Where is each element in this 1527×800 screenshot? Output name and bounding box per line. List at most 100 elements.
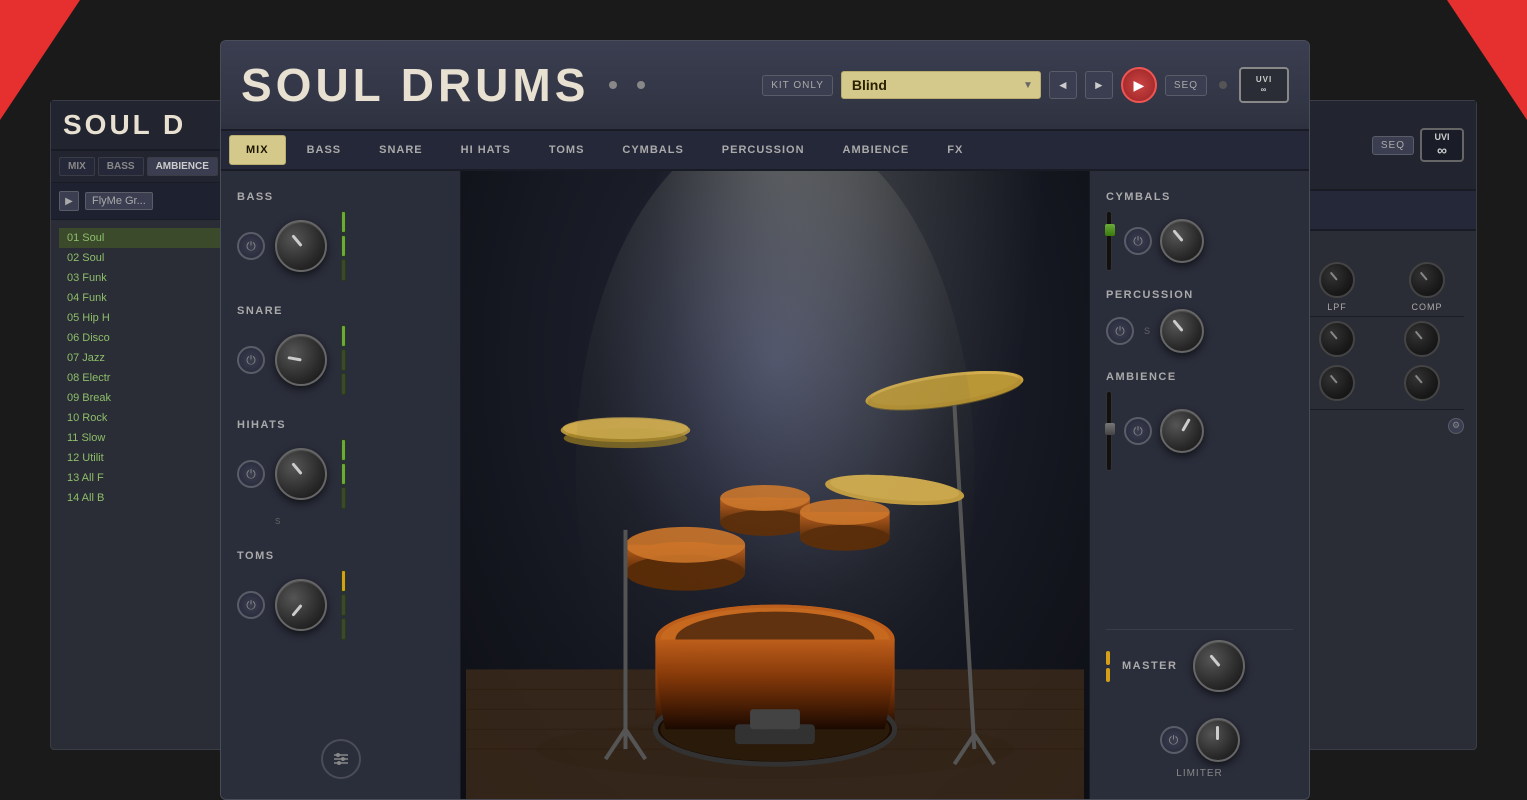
snare-section: SNARE ⏻: [237, 305, 444, 395]
next-preset-button[interactable]: ►: [1085, 71, 1113, 99]
ambience-volume-knob[interactable]: [1160, 409, 1204, 453]
snare-label: SNARE: [237, 305, 444, 317]
master-bar-1: [1106, 651, 1110, 665]
toms-power-button[interactable]: ⏻: [237, 591, 265, 619]
lpf-knob[interactable]: [1319, 262, 1355, 298]
content-area: BASS ⏻ SNARE ⏻: [221, 171, 1309, 799]
toms-level-indicator: [341, 570, 346, 640]
eq-knob-5[interactable]: [1319, 365, 1355, 401]
prev-preset-button[interactable]: ◄: [1049, 71, 1077, 99]
room-settings-icon[interactable]: ⚙: [1448, 418, 1464, 434]
limiter-power-button[interactable]: ⏻: [1160, 726, 1188, 754]
header-dot-1: [609, 81, 617, 89]
left-controls-panel: BASS ⏻ SNARE ⏻: [221, 171, 461, 799]
header-dot-3: [1219, 81, 1227, 89]
percussion-volume-knob[interactable]: [1160, 309, 1204, 353]
cymbals-power-button[interactable]: ⏻: [1124, 227, 1152, 255]
preset-dropdown[interactable]: Blind: [841, 71, 1041, 99]
tab-fx[interactable]: FX: [930, 135, 980, 165]
tab-mix[interactable]: MIX: [229, 135, 286, 165]
ambience-fader-handle[interactable]: [1105, 423, 1115, 435]
right-controls-panel: CYMBALS ⏻ PERCUSSION ⏻: [1089, 171, 1309, 799]
hihats-power-icon: ⏻: [246, 467, 256, 482]
hihats-level-bar-3: [341, 487, 346, 509]
cymbals-knob-row: ⏻: [1106, 211, 1293, 271]
back-group-label: FlyMe Gr...: [85, 192, 153, 210]
master-section: MASTER: [1106, 629, 1293, 700]
back-play-btn[interactable]: ▶: [59, 191, 79, 211]
bass-volume-knob[interactable]: [275, 220, 327, 272]
app-logo: SOUL DRUMS: [241, 58, 589, 112]
ambience-power-button[interactable]: ⏻: [1124, 417, 1152, 445]
eq-knob-2[interactable]: [1319, 321, 1355, 357]
drum-kit-illustration: [461, 171, 1089, 799]
tab-bar: MIX BASS SNARE HI HATS TOMS CYMBALS PERC…: [221, 131, 1309, 171]
snare-knob-row: ⏻: [237, 325, 444, 395]
toms-level-bar-2: [341, 594, 346, 616]
drum-image-area: [461, 171, 1089, 799]
hihats-power-button[interactable]: ⏻: [237, 460, 265, 488]
cymbals-section: CYMBALS ⏻: [1106, 191, 1293, 271]
header-dot-2: [637, 81, 645, 89]
uvi-logo: UVI ∞: [1239, 67, 1289, 103]
bass-power-button[interactable]: ⏻: [237, 232, 265, 260]
back-uvi-logo: UVI∞: [1420, 128, 1464, 162]
percussion-power-button[interactable]: ⏻: [1106, 317, 1134, 345]
sliders-icon: [331, 749, 351, 769]
bass-knob-row: ⏻: [237, 211, 444, 281]
ambience-power-icon: ⏻: [1133, 424, 1143, 439]
hihats-section: HIHATS ⏻ S: [237, 419, 444, 526]
tab-toms[interactable]: TOMS: [532, 135, 602, 165]
limiter-power-icon: ⏻: [1169, 733, 1179, 748]
tab-hihats[interactable]: HI HATS: [444, 135, 528, 165]
cymbals-label: CYMBALS: [1106, 191, 1293, 203]
snare-power-icon: ⏻: [246, 353, 256, 368]
bass-section: BASS ⏻: [237, 191, 444, 281]
bass-level-indicator: [341, 211, 346, 281]
limiter-knob[interactable]: [1196, 718, 1240, 762]
bass-power-icon: ⏻: [246, 239, 256, 254]
bass-level-bar-3: [341, 259, 346, 281]
master-label-row: MASTER: [1106, 640, 1293, 692]
tab-snare[interactable]: SNARE: [362, 135, 440, 165]
hihats-level-indicator: [341, 439, 346, 509]
cymbals-fader-handle[interactable]: [1105, 224, 1115, 236]
tab-ambience[interactable]: AMBIENCE: [826, 135, 927, 165]
back-seq-badge: SEQ: [1372, 136, 1414, 155]
ambience-fader[interactable]: [1106, 391, 1112, 471]
percussion-s-label: S: [1144, 326, 1150, 336]
back-tab-ambience[interactable]: AMBIENCE: [147, 157, 218, 176]
master-volume-knob[interactable]: [1193, 640, 1245, 692]
toms-level-bar-1: [341, 570, 346, 592]
play-button[interactable]: ▶: [1121, 67, 1157, 103]
percussion-knob-row: ⏻ S: [1106, 309, 1293, 353]
percussion-label: PERCUSSION: [1106, 289, 1293, 301]
snare-level-bar-2: [341, 349, 346, 371]
mix-settings-button[interactable]: [321, 739, 361, 779]
snare-power-button[interactable]: ⏻: [237, 346, 265, 374]
toms-volume-knob[interactable]: [275, 579, 327, 631]
eq-knob-6[interactable]: [1404, 365, 1440, 401]
hihats-knob-row: ⏻: [237, 439, 444, 509]
snare-volume-knob[interactable]: [275, 334, 327, 386]
hihats-volume-knob[interactable]: [275, 448, 327, 500]
tab-cymbals[interactable]: CYMBALS: [605, 135, 700, 165]
toms-label: TOMS: [237, 550, 444, 562]
tab-bass[interactable]: BASS: [290, 135, 359, 165]
bass-level-bar-2: [341, 235, 346, 257]
hihats-s-label: S: [275, 517, 280, 526]
bass-label: BASS: [237, 191, 444, 203]
hihats-level-bar-2: [341, 463, 346, 485]
back-tab-bass[interactable]: BASS: [98, 157, 144, 176]
percussion-section: PERCUSSION ⏻ S: [1106, 289, 1293, 353]
comp-knob[interactable]: [1409, 262, 1445, 298]
cymbals-fader[interactable]: [1106, 211, 1112, 271]
mix-settings-area: [237, 739, 444, 779]
back-tab-mix[interactable]: MIX: [59, 157, 95, 176]
tab-percussion[interactable]: PERCUSSION: [705, 135, 822, 165]
cymbals-volume-knob[interactable]: [1160, 219, 1204, 263]
cymbals-power-icon: ⏻: [1133, 234, 1143, 249]
lpf-filter: LPF: [1319, 262, 1355, 312]
master-bar-2: [1106, 668, 1110, 682]
eq-knob-3[interactable]: [1404, 321, 1440, 357]
